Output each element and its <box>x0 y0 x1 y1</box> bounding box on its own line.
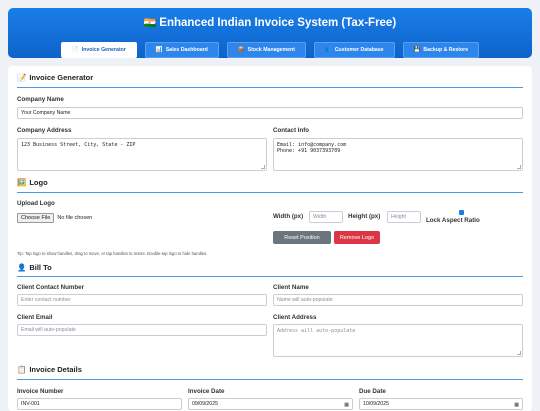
height-label: Height (px) <box>348 213 381 220</box>
client-contact-label: Client Contact Number <box>17 284 85 291</box>
clipboard-icon: 📋 <box>17 365 27 374</box>
tab-stock-management[interactable]: 📦 Stock Management <box>226 42 306 58</box>
remove-logo-button[interactable]: Remove Logo <box>334 231 380 244</box>
section-title-invoice-details: 📋 Invoice Details <box>17 365 82 374</box>
section-divider <box>17 192 523 193</box>
main-panel: 📝 Invoice Generator Company Name Your Co… <box>8 66 532 411</box>
main-nav: 📄 Invoice Generator 📊 Sales Dashboard 📦 … <box>8 42 532 58</box>
package-icon: 📦 <box>237 47 245 53</box>
width-label: Width (px) <box>273 213 304 220</box>
app-title-text: Enhanced Indian Invoice System (Tax-Free… <box>159 17 397 29</box>
document-icon: 📄 <box>71 47 79 53</box>
section-title-logo: 🖼️ Logo <box>17 178 48 187</box>
tab-customer-database[interactable]: 👥 Customer Database <box>313 42 395 58</box>
due-date-value: 10/09/2025 <box>363 401 389 407</box>
resize-handle[interactable] <box>261 165 265 169</box>
client-contact-input[interactable]: Enter contact number <box>17 294 267 306</box>
tab-invoice-generator[interactable]: 📄 Invoice Generator <box>60 42 137 58</box>
client-name-label: Client Name <box>273 284 309 291</box>
company-address-text: 123 Business Street, City, State - ZIP <box>21 142 136 148</box>
tab-sales-dashboard[interactable]: 📊 Sales Dashboard <box>144 42 219 58</box>
calendar-icon[interactable]: ▦ <box>344 402 349 408</box>
invoice-date-value: 09/09/2025 <box>192 401 218 407</box>
logo-file-input[interactable]: Choose File No file chosen <box>17 212 92 223</box>
tab-label: Invoice Generator <box>81 47 126 53</box>
contact-info-label: Contact Info <box>273 127 310 134</box>
section-title-text: Invoice Details <box>29 365 82 374</box>
client-email-input[interactable]: Email will auto-populate <box>17 324 267 336</box>
invoice-number-label: Invoice Number <box>17 388 64 395</box>
app-header: 🇮🇳 Enhanced Indian Invoice System (Tax-Fr… <box>8 8 532 58</box>
company-address-textarea[interactable]: 123 Business Street, City, State - ZIP <box>17 138 267 171</box>
due-date-input[interactable]: 10/09/2025 ▦ <box>359 398 523 410</box>
person-icon: 👤 <box>17 263 27 272</box>
company-name-input[interactable]: Your Company Name <box>17 107 523 119</box>
logo-height-input[interactable]: Height <box>387 211 421 223</box>
tab-label: Stock Management <box>247 47 295 53</box>
client-name-input[interactable]: Name will auto-populate <box>273 294 523 306</box>
no-file-text: No file chosen <box>57 214 93 221</box>
section-divider <box>17 276 523 277</box>
contact-info-text: Email: info@company.com Phone: +91 90373… <box>277 142 347 154</box>
resize-handle[interactable] <box>517 165 521 169</box>
section-title-invoice-generator: 📝 Invoice Generator <box>17 73 93 82</box>
tab-label: Customer Database <box>334 47 384 53</box>
due-date-label: Due Date <box>359 388 386 395</box>
section-divider <box>17 379 523 380</box>
client-address-label: Client Address <box>273 314 317 321</box>
lock-aspect-label: Lock Aspect Ratio <box>426 217 480 224</box>
contact-info-textarea[interactable]: Email: info@company.com Phone: +91 90373… <box>273 138 523 171</box>
reset-position-button[interactable]: Reset Position <box>273 231 331 244</box>
resize-handle[interactable] <box>517 351 521 355</box>
logo-width-input[interactable]: Width <box>309 211 343 223</box>
upload-logo-label: Upload Logo <box>17 200 55 207</box>
calendar-icon[interactable]: ▦ <box>514 402 519 408</box>
tab-backup-restore[interactable]: 💾 Backup & Restore <box>402 42 480 58</box>
choose-file-button[interactable]: Choose File <box>17 212 55 223</box>
company-name-label: Company Name <box>17 96 64 103</box>
invoice-date-label: Invoice Date <box>188 388 225 395</box>
section-title-text: Invoice Generator <box>29 73 94 82</box>
lock-aspect-checkbox[interactable] <box>459 210 464 215</box>
section-title-text: Logo <box>29 178 48 187</box>
logo-tip-text: Tip: Tap logo to show handles, drag to m… <box>17 251 208 256</box>
client-address-textarea[interactable]: Address will auto-populate <box>273 324 523 357</box>
section-divider <box>17 87 523 88</box>
memo-icon: 📝 <box>17 73 27 82</box>
section-title-text: Bill To <box>29 263 52 272</box>
tab-label: Backup & Restore <box>423 47 469 53</box>
picture-icon: 🖼️ <box>17 178 27 187</box>
tab-label: Sales Dashboard <box>165 47 208 53</box>
floppy-disk-icon: 💾 <box>413 47 421 53</box>
people-icon: 👥 <box>324 47 332 53</box>
client-email-label: Client Email <box>17 314 53 321</box>
invoice-number-input[interactable]: INV-001 <box>17 398 182 410</box>
app-title: 🇮🇳 Enhanced Indian Invoice System (Tax-Fr… <box>8 17 532 29</box>
company-address-label: Company Address <box>17 127 72 134</box>
invoice-date-input[interactable]: 09/09/2025 ▦ <box>188 398 353 410</box>
client-address-placeholder: Address will auto-populate <box>277 328 356 334</box>
section-title-bill-to: 👤 Bill To <box>17 263 52 272</box>
bar-chart-icon: 📊 <box>155 47 163 53</box>
india-flag-icon: 🇮🇳 <box>143 18 157 29</box>
